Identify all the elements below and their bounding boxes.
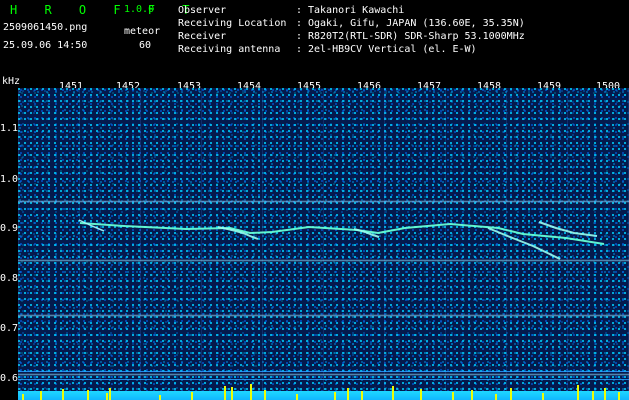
signal-spike bbox=[224, 386, 226, 400]
signal-spike bbox=[109, 388, 111, 400]
signal-spike bbox=[191, 392, 193, 400]
signal-spike bbox=[510, 388, 512, 400]
file-name: 2509061450.png bbox=[3, 22, 88, 33]
signal-spike bbox=[22, 394, 24, 400]
signal-spike bbox=[542, 393, 544, 400]
hrofft-window: H R O F F T 1.0.0 2509061450.png 25.09.0… bbox=[0, 0, 629, 400]
observer-separator: : bbox=[296, 5, 303, 16]
receiver-row: Receiver : R820T2(RTL-SDR) SDR-Sharp 53.… bbox=[178, 30, 525, 43]
header-panel: H R O F F T 1.0.0 2509061450.png 25.09.0… bbox=[0, 0, 629, 76]
signal-spike bbox=[347, 388, 349, 400]
signal-spike bbox=[604, 388, 606, 400]
signal-spike bbox=[618, 392, 620, 400]
signal-spike bbox=[495, 394, 497, 400]
echo-traces bbox=[78, 219, 605, 260]
signal-spike bbox=[420, 389, 422, 400]
signal-spike bbox=[452, 392, 454, 400]
signal-spike bbox=[87, 390, 89, 400]
frequency-tick-0-6: 0.6 bbox=[0, 373, 19, 384]
receiver-label: Receiver bbox=[178, 31, 227, 42]
location-value: Ogaki, Gifu, JAPAN (136.60E, 35.35N) bbox=[308, 18, 525, 29]
time-stamp: 25.09.06 14:50 bbox=[3, 40, 88, 51]
signal-spike bbox=[592, 391, 594, 400]
signal-spike bbox=[361, 391, 363, 400]
antenna-value: 2el-HB9CV Vertical (el. E-W) bbox=[308, 44, 477, 55]
signal-spike bbox=[577, 385, 579, 400]
spectrogram-panel: kHz 1451 1452 1453 1454 1455 1456 1457 1… bbox=[0, 76, 629, 400]
signal-spike bbox=[264, 390, 266, 400]
signal-spike bbox=[334, 392, 336, 400]
observer-value: Takanori Kawachi bbox=[308, 5, 405, 16]
frequency-tick-1-0: 1.0 bbox=[0, 174, 19, 185]
station-info: Observer : Takanori Kawachi Receiving Lo… bbox=[178, 4, 525, 56]
frequency-tick-0-9: 0.9 bbox=[0, 223, 19, 234]
location-row: Receiving Location : Ogaki, Gifu, JAPAN … bbox=[178, 17, 525, 30]
mode-label: meteor bbox=[124, 26, 161, 37]
count-value: 60 bbox=[139, 40, 152, 51]
location-separator: : bbox=[296, 18, 303, 29]
signal-spike bbox=[231, 387, 233, 400]
observer-row: Observer : Takanori Kawachi bbox=[178, 4, 525, 17]
spectrogram-canvas bbox=[18, 88, 629, 400]
observer-label: Observer bbox=[178, 5, 227, 16]
frequency-tick-0-7: 0.7 bbox=[0, 323, 19, 334]
antenna-separator: : bbox=[296, 44, 303, 55]
signal-spike bbox=[40, 391, 42, 400]
receiver-separator: : bbox=[296, 31, 303, 42]
app-logo: H R O F F T bbox=[10, 3, 200, 17]
signal-spike bbox=[250, 384, 252, 400]
frequency-unit-label: kHz bbox=[2, 76, 21, 87]
signal-spike bbox=[471, 390, 473, 400]
signal-spike bbox=[296, 394, 298, 400]
receiver-value: R820T2(RTL-SDR) SDR-Sharp 53.1000MHz bbox=[308, 31, 525, 42]
signal-spike bbox=[62, 389, 64, 400]
frequency-tick-1-1: 1.1 bbox=[0, 123, 19, 134]
location-label: Receiving Location bbox=[178, 18, 287, 29]
antenna-label: Receiving antenna bbox=[178, 44, 281, 55]
frequency-tick-0-8: 0.8 bbox=[0, 273, 19, 284]
signal-spike bbox=[159, 395, 161, 400]
signal-spike bbox=[106, 393, 108, 400]
antenna-row: Receiving antenna : 2el-HB9CV Vertical (… bbox=[178, 43, 525, 56]
app-version: 1.0.0 bbox=[124, 4, 155, 15]
signal-spike bbox=[392, 386, 394, 400]
